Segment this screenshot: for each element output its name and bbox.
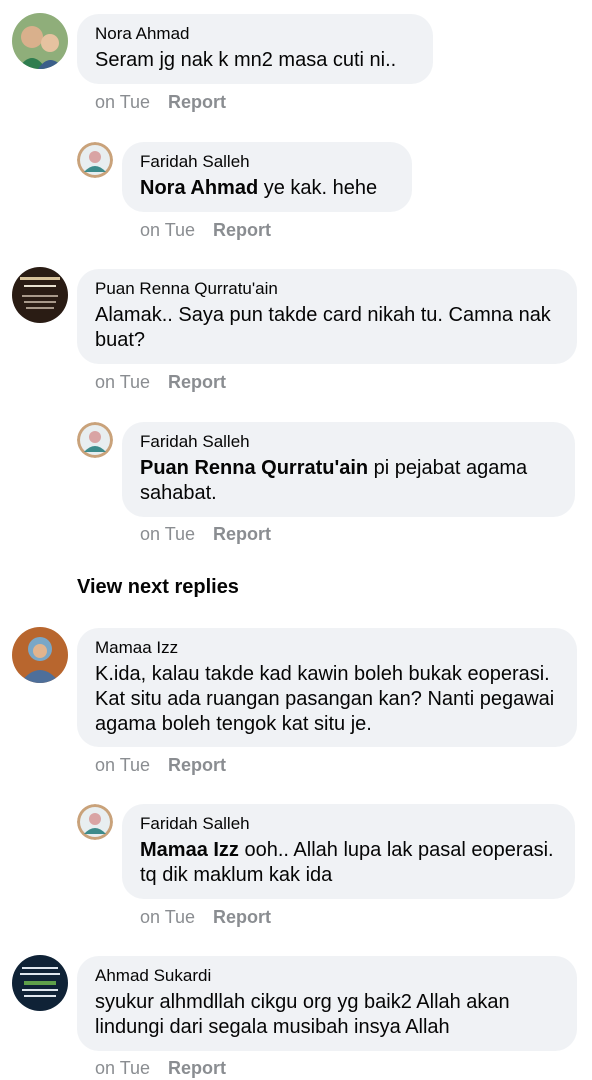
comment-meta: on Tue Report — [140, 524, 271, 545]
avatar[interactable] — [12, 955, 68, 1011]
comment-bubble: Mamaa Izz K.ida, kalau takde kad kawin b… — [77, 628, 577, 747]
comment-meta: on Tue Report — [140, 907, 271, 928]
mention-link[interactable]: Mamaa Izz — [140, 839, 239, 861]
mention-link[interactable]: Puan Renna Qurratu'ain — [140, 457, 368, 479]
comment-author[interactable]: Faridah Salleh — [140, 151, 394, 173]
comment-meta: on Tue Report — [95, 92, 226, 113]
comment-text: Seram jg nak k mn2 masa cuti ni.. — [95, 49, 397, 71]
comment-meta: on Tue Report — [95, 755, 226, 776]
comment-time[interactable]: on Tue — [95, 1058, 150, 1078]
report-button[interactable]: Report — [213, 907, 271, 927]
comment-time[interactable]: on Tue — [95, 372, 150, 392]
comment-meta: on Tue Report — [140, 220, 271, 241]
comment-bubble: Faridah Salleh Puan Renna Qurratu'ain pi… — [122, 422, 575, 517]
comment-text: Nora Ahmad ye kak. hehe — [140, 177, 377, 199]
avatar[interactable] — [12, 627, 68, 683]
view-next-replies-link[interactable]: View next replies — [77, 576, 239, 599]
comment-bubble: Ahmad Sukardi syukur alhmdllah cikgu org… — [77, 956, 577, 1051]
comment-time[interactable]: on Tue — [140, 907, 195, 927]
comment-meta: on Tue Report — [95, 1058, 226, 1079]
comment-bubble: Faridah Salleh Nora Ahmad ye kak. hehe — [122, 142, 412, 212]
report-button[interactable]: Report — [168, 1058, 226, 1078]
comment-text-body: ye kak. hehe — [258, 177, 378, 199]
avatar[interactable] — [12, 13, 68, 69]
avatar[interactable] — [77, 804, 113, 840]
report-button[interactable]: Report — [168, 92, 226, 112]
comment-time[interactable]: on Tue — [95, 755, 150, 775]
comment-text: Alamak.. Saya pun takde card nikah tu. C… — [95, 304, 551, 351]
report-button[interactable]: Report — [213, 524, 271, 544]
comment-meta: on Tue Report — [95, 372, 226, 393]
comment-author[interactable]: Nora Ahmad — [95, 23, 415, 45]
avatar[interactable] — [12, 267, 68, 323]
comment-bubble: Faridah Salleh Mamaa Izz ooh.. Allah lup… — [122, 804, 575, 899]
report-button[interactable]: Report — [168, 755, 226, 775]
comment-text: Puan Renna Qurratu'ain pi pejabat agama … — [140, 457, 527, 504]
comment-text: syukur alhmdllah cikgu org yg baik2 Alla… — [95, 991, 510, 1038]
avatar[interactable] — [77, 142, 113, 178]
comment-author[interactable]: Mamaa Izz — [95, 637, 559, 659]
comment-author[interactable]: Faridah Salleh — [140, 813, 557, 835]
comment-time[interactable]: on Tue — [95, 92, 150, 112]
report-button[interactable]: Report — [168, 372, 226, 392]
comment-author[interactable]: Ahmad Sukardi — [95, 965, 559, 987]
avatar[interactable] — [77, 422, 113, 458]
comment-author[interactable]: Faridah Salleh — [140, 431, 557, 453]
comment-time[interactable]: on Tue — [140, 220, 195, 240]
mention-link[interactable]: Nora Ahmad — [140, 177, 258, 199]
comment-author[interactable]: Puan Renna Qurratu'ain — [95, 278, 559, 300]
comment-bubble: Puan Renna Qurratu'ain Alamak.. Saya pun… — [77, 269, 577, 364]
comment-bubble: Nora Ahmad Seram jg nak k mn2 masa cuti … — [77, 14, 433, 84]
comment-text: K.ida, kalau takde kad kawin boleh bukak… — [95, 663, 555, 735]
comment-time[interactable]: on Tue — [140, 524, 195, 544]
comment-text: Mamaa Izz ooh.. Allah lupa lak pasal eop… — [140, 839, 554, 886]
report-button[interactable]: Report — [213, 220, 271, 240]
